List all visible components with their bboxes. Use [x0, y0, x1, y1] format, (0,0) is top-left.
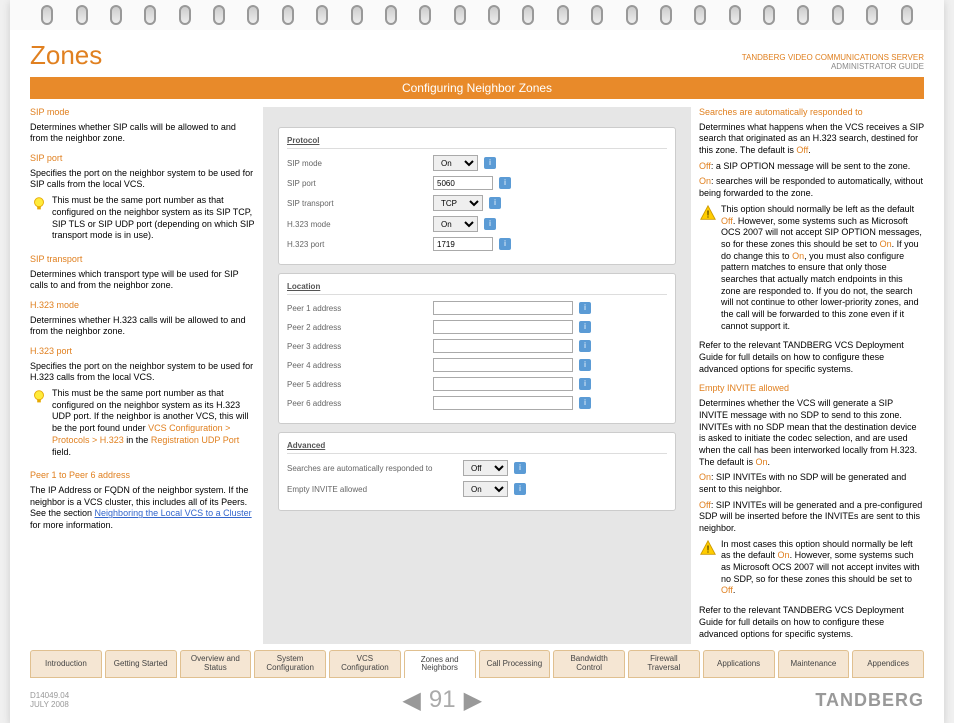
tab-appendices[interactable]: Appendices — [852, 650, 924, 678]
tab-vcs-config[interactable]: VCS Configuration — [329, 650, 401, 678]
nav-tabs: Introduction Getting Started Overview an… — [10, 650, 944, 678]
h-h323-port: H.323 port — [30, 346, 255, 358]
help-icon[interactable]: i — [514, 462, 526, 474]
tab-getting-started[interactable]: Getting Started — [105, 650, 177, 678]
sip-port-input[interactable] — [433, 176, 493, 190]
peer3-input[interactable] — [433, 339, 573, 353]
help-icon[interactable]: i — [514, 483, 526, 495]
peer6-input[interactable] — [433, 396, 573, 410]
tab-firewall[interactable]: Firewall Traversal — [628, 650, 700, 678]
svg-text:!: ! — [707, 544, 710, 555]
right-column: Searches are automatically responded to … — [699, 107, 924, 644]
help-icon[interactable]: i — [579, 340, 591, 352]
cluster-link[interactable]: Neighboring the Local VCS to a Cluster — [95, 508, 252, 518]
h-sip-transport: SIP transport — [30, 254, 255, 266]
pager: ◀ 91 ▶ — [402, 686, 482, 715]
help-icon[interactable]: i — [489, 197, 501, 209]
page-number: 91 — [429, 686, 456, 714]
help-icon[interactable]: i — [499, 177, 511, 189]
help-icon[interactable]: i — [579, 302, 591, 314]
help-icon[interactable]: i — [579, 397, 591, 409]
page-title: Zones — [30, 40, 102, 71]
brand-logo: TANDBERG — [815, 690, 924, 711]
h323-mode-select[interactable]: On — [433, 216, 478, 232]
left-column: SIP mode Determines whether SIP calls wi… — [30, 107, 255, 644]
next-page-icon[interactable]: ▶ — [464, 686, 482, 715]
h-peer: Peer 1 to Peer 6 address — [30, 470, 255, 482]
peer1-input[interactable] — [433, 301, 573, 315]
warning-icon: ! — [699, 539, 717, 557]
panel-protocol: Protocol SIP modeOni SIP porti SIP trans… — [278, 127, 676, 265]
tab-zones[interactable]: Zones and Neighbors — [404, 650, 476, 678]
h-searches: Searches are automatically responded to — [699, 107, 924, 119]
help-icon[interactable]: i — [579, 321, 591, 333]
warning-icon: ! — [699, 204, 717, 222]
tab-maintenance[interactable]: Maintenance — [778, 650, 850, 678]
peer5-input[interactable] — [433, 377, 573, 391]
lightbulb-icon — [30, 388, 48, 406]
document-page: Zones TANDBERG VIDEO COMMUNICATIONS SERV… — [10, 0, 944, 723]
tab-bandwidth[interactable]: Bandwidth Control — [553, 650, 625, 678]
peer2-input[interactable] — [433, 320, 573, 334]
peer4-input[interactable] — [433, 358, 573, 372]
sip-mode-select[interactable]: On — [433, 155, 478, 171]
h323-port-input[interactable] — [433, 237, 493, 251]
invite-select[interactable]: On — [463, 481, 508, 497]
tab-call-processing[interactable]: Call Processing — [479, 650, 551, 678]
section-banner: Configuring Neighbor Zones — [30, 77, 924, 99]
h-h323-mode: H.323 mode — [30, 300, 255, 312]
tab-applications[interactable]: Applications — [703, 650, 775, 678]
help-icon[interactable]: i — [579, 378, 591, 390]
svg-text:!: ! — [707, 209, 710, 220]
h-sip-port: SIP port — [30, 153, 255, 165]
tab-overview[interactable]: Overview and Status — [180, 650, 252, 678]
h-sip-mode: SIP mode — [30, 107, 255, 119]
spiral-binding — [10, 0, 944, 30]
config-screenshot: Protocol SIP modeOni SIP porti SIP trans… — [263, 107, 691, 644]
help-icon[interactable]: i — [484, 157, 496, 169]
doc-id: D14049.04JULY 2008 — [30, 691, 69, 709]
header-brand: TANDBERG VIDEO COMMUNICATIONS SERVER ADM… — [742, 53, 924, 71]
tab-system-config[interactable]: System Configuration — [254, 650, 326, 678]
prev-page-icon[interactable]: ◀ — [402, 686, 420, 715]
lightbulb-icon — [30, 195, 48, 213]
panel-location: Location Peer 1 addressi Peer 2 addressi… — [278, 273, 676, 424]
tab-introduction[interactable]: Introduction — [30, 650, 102, 678]
h-invite: Empty INVITE allowed — [699, 383, 924, 395]
help-icon[interactable]: i — [579, 359, 591, 371]
sip-transport-select[interactable]: TCP — [433, 195, 483, 211]
help-icon[interactable]: i — [484, 218, 496, 230]
panel-advanced: Advanced Searches are automatically resp… — [278, 432, 676, 511]
help-icon[interactable]: i — [499, 238, 511, 250]
searches-select[interactable]: Off — [463, 460, 508, 476]
